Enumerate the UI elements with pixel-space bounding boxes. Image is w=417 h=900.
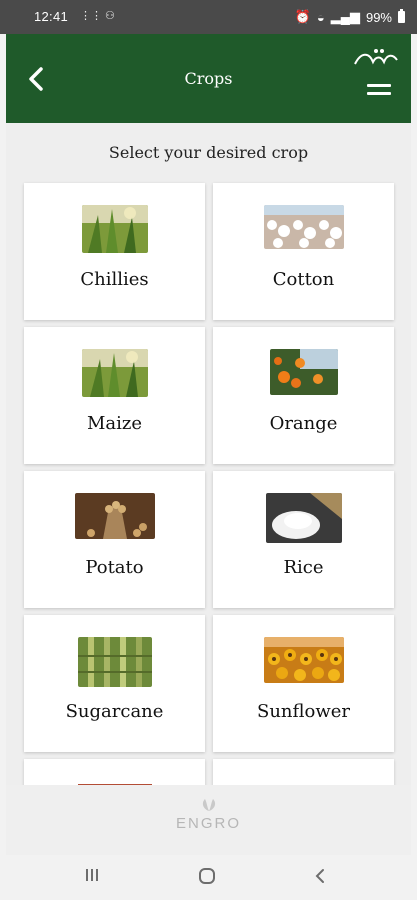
wifi-icon: ◒	[316, 9, 325, 25]
crop-label: Cotton	[272, 269, 335, 290]
notification-icons: ⋮⋮ ⚇	[80, 10, 115, 22]
home-icon	[199, 868, 215, 884]
menu-icon-line	[367, 84, 391, 87]
subtitle: Select your desired crop	[108, 143, 309, 162]
app-logo	[351, 46, 401, 77]
menu-button[interactable]	[367, 84, 391, 102]
cotton-image	[263, 205, 344, 249]
bottom-brand-area: ENGRO	[6, 785, 411, 855]
chillies-image	[81, 205, 148, 253]
battery-icon	[398, 9, 405, 23]
status-bar: 12:41 ⋮⋮ ⚇ ⏰ ◒ ▂▄▆ 99%	[0, 0, 417, 34]
app-logo-icon	[354, 49, 398, 65]
recent-apps-icon	[86, 869, 98, 881]
sugarcane-image	[77, 637, 152, 687]
engro-text: ENGRO	[175, 815, 241, 832]
crop-label: Chillies	[80, 269, 149, 290]
sunflower-image	[263, 637, 344, 683]
crop-card-partial[interactable]	[24, 759, 205, 785]
recent-apps-button[interactable]	[84, 867, 100, 888]
crop-card-potato[interactable]: Potato	[24, 471, 205, 608]
menu-icon-line	[367, 92, 391, 95]
crop-card-cotton[interactable]: Cotton	[213, 183, 394, 320]
crop-card-maize[interactable]: Maize	[24, 327, 205, 464]
potato-image	[74, 493, 155, 539]
home-button[interactable]	[198, 867, 216, 890]
system-nav-bar	[0, 855, 417, 900]
crop-label: Orange	[269, 413, 338, 434]
battery-percent: 99%	[365, 9, 392, 25]
status-right: ⏰ ◒ ▂▄▆ 99%	[295, 9, 405, 25]
back-nav-button[interactable]	[312, 867, 328, 890]
status-time: 12:41	[34, 9, 69, 24]
crop-card-rice[interactable]: Rice	[213, 471, 394, 608]
crop-label: Potato	[85, 557, 144, 578]
crop-card-sugarcane[interactable]: Sugarcane	[24, 615, 205, 752]
app-bar: Crops	[6, 34, 411, 123]
phone-screen: 12:41 ⋮⋮ ⚇ ⏰ ◒ ▂▄▆ 99% Crops Select your…	[0, 0, 417, 900]
crop-label: Rice	[283, 557, 324, 578]
engro-brand: ENGRO	[6, 799, 411, 832]
rice-image	[265, 493, 342, 543]
crop-list[interactable]: Select your desired crop Chillies Cotton…	[6, 123, 411, 785]
alarm-icon: ⏰	[294, 9, 311, 24]
crop-card-chillies[interactable]: Chillies	[24, 183, 205, 320]
crop-label: Sugarcane	[65, 701, 164, 722]
crop-label: Sunflower	[256, 701, 351, 722]
maize-image	[81, 349, 148, 397]
chevron-left-icon	[315, 869, 324, 883]
crop-label: Maize	[86, 413, 143, 434]
crop-card-partial[interactable]	[213, 759, 394, 785]
crop-card-sunflower[interactable]: Sunflower	[213, 615, 394, 752]
orange-image	[269, 349, 338, 395]
crop-card-orange[interactable]: Orange	[213, 327, 394, 464]
engro-leaf-icon	[202, 799, 216, 811]
signal-icon: ▂▄▆	[330, 9, 360, 24]
